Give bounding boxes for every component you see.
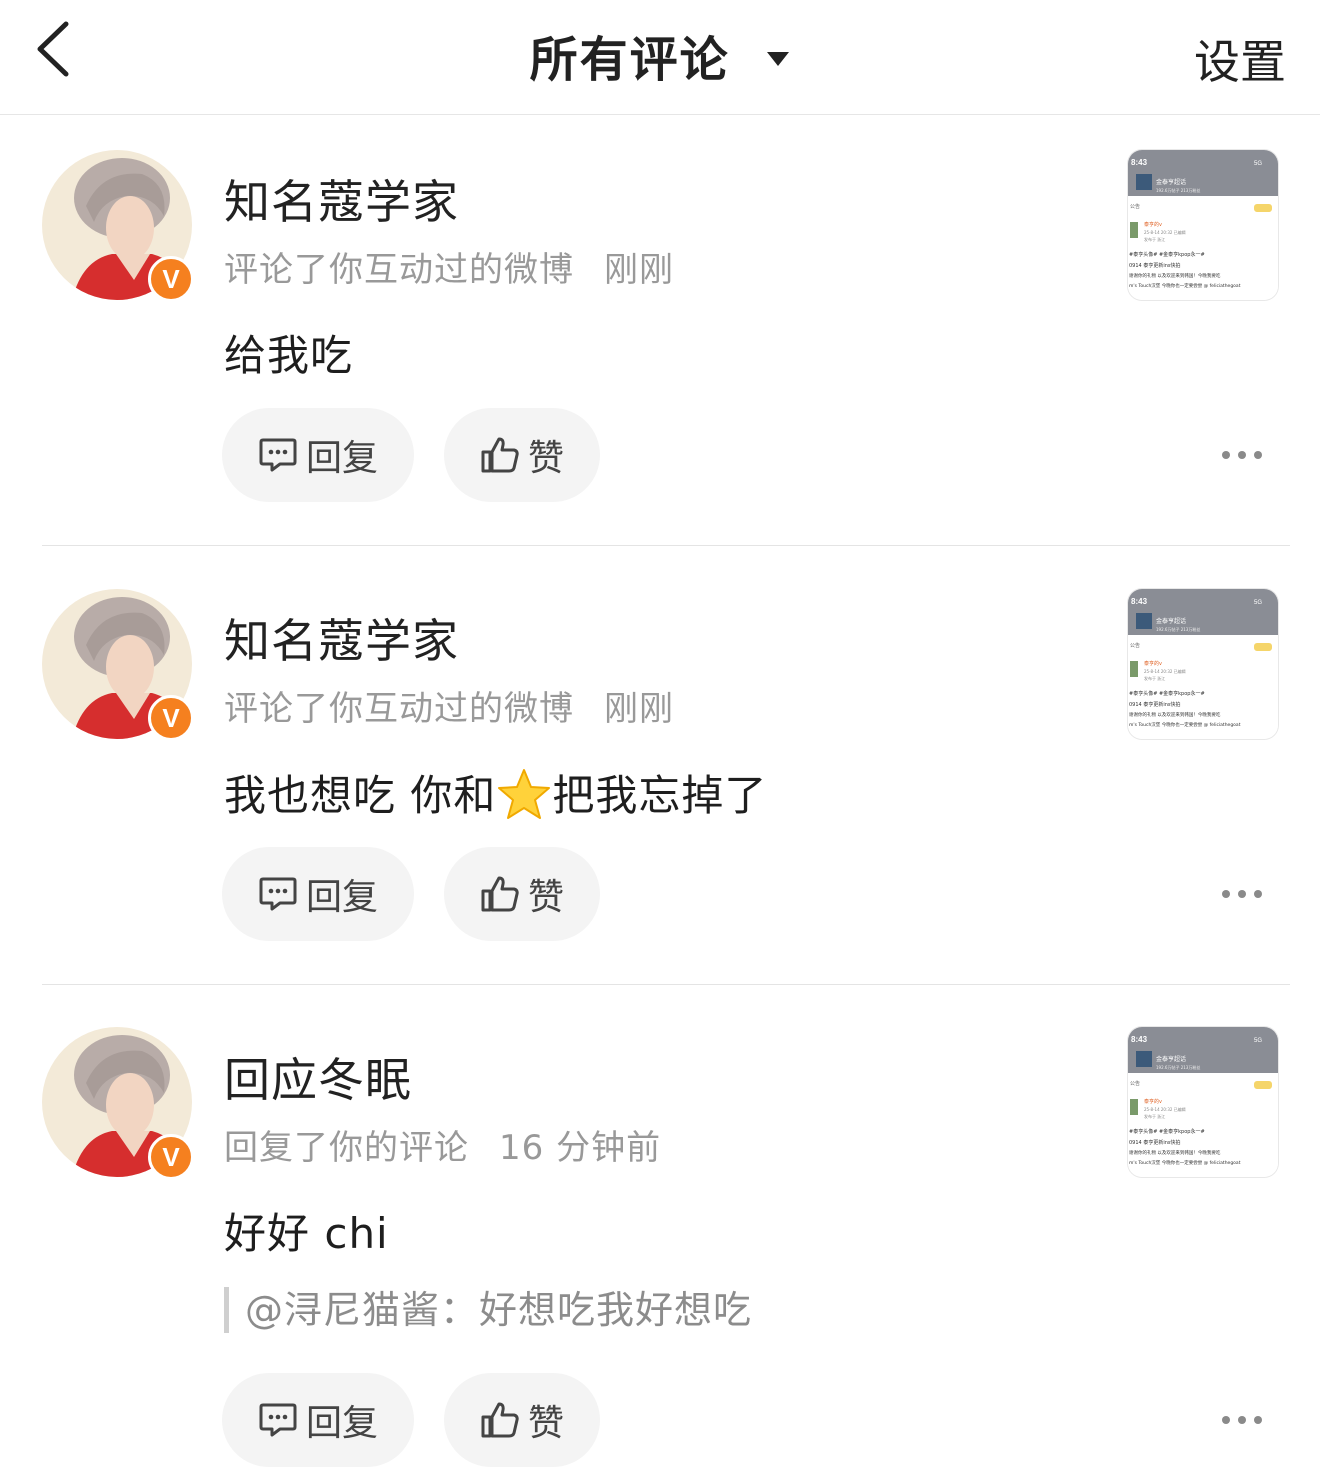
reply-button[interactable]: 回复: [222, 1373, 414, 1467]
comment-text: 给我吃: [224, 331, 354, 380]
comment-text: 好好 chi: [224, 1209, 389, 1258]
svg-text:192.6万帖子 213万粉丝: 192.6万帖子 213万粉丝: [1156, 1064, 1200, 1070]
star-emoji-icon: [498, 769, 551, 819]
thumbs-up-icon: [481, 1402, 519, 1438]
filter-dropdown[interactable]: 所有评论: [0, 20, 1320, 90]
settings-button[interactable]: 设置: [1194, 26, 1286, 92]
svg-text:0914 泰亨更新ins快拍: 0914 泰亨更新ins快拍: [1129, 701, 1180, 708]
verified-badge-icon: V: [148, 695, 194, 741]
reply-label: 回复: [305, 877, 378, 918]
svg-text:8:43: 8:43: [1131, 597, 1148, 606]
like-label: 赞: [527, 877, 564, 918]
comment-bubble-icon: [259, 438, 297, 472]
svg-text:#泰亨头像# #金泰亨kpop永一#: #泰亨头像# #金泰亨kpop永一#: [1129, 690, 1205, 697]
caret-down-icon: [767, 52, 790, 66]
svg-text:谢谢你的礼物 以及欢迎来到韩国！今晚我要吃: 谢谢你的礼物 以及欢迎来到韩国！今晚我要吃: [1129, 1149, 1221, 1156]
svg-text:谢谢你的礼物 以及欢迎来到韩国！今晚我要吃: 谢谢你的礼物 以及欢迎来到韩国！今晚我要吃: [1129, 272, 1221, 279]
svg-text:8:43: 8:43: [1131, 158, 1148, 167]
svg-text:金泰亨超话: 金泰亨超话: [1156, 178, 1186, 186]
reply-label: 回复: [305, 1403, 378, 1444]
svg-text:公告: 公告: [1130, 1080, 1140, 1087]
svg-text:192.6万帖子 213万粉丝: 192.6万帖子 213万粉丝: [1156, 626, 1200, 632]
divider: [42, 545, 1290, 546]
comment-bubble-icon: [259, 877, 297, 911]
svg-text:25-8-14 20:32 已编辑: 25-8-14 20:32 已编辑: [1144, 1106, 1186, 1112]
svg-text:0914 泰亨更新ins快拍: 0914 泰亨更新ins快拍: [1129, 262, 1180, 269]
svg-text:发布于 浙江: 发布于 浙江: [1144, 675, 1165, 681]
comment-bubble-icon: [259, 1403, 297, 1437]
action-text: 评论了你互动过的微博: [224, 250, 574, 290]
comment-meta: 评论了你互动过的微博 刚刚: [224, 681, 674, 730]
timestamp: 刚刚: [604, 250, 674, 290]
svg-text:192.6万帖子 213万粉丝: 192.6万帖子 213万粉丝: [1156, 187, 1200, 193]
svg-text:8:43: 8:43: [1131, 1035, 1148, 1044]
svg-text:金泰亨超话: 金泰亨超话: [1156, 1055, 1186, 1063]
svg-text:发布于 浙江: 发布于 浙江: [1144, 236, 1165, 242]
svg-text:谢谢你的礼物 以及欢迎来到韩国！今晚我要吃: 谢谢你的礼物 以及欢迎来到韩国！今晚我要吃: [1129, 711, 1221, 718]
divider: [42, 984, 1290, 985]
svg-text:0914 泰亨更新ins快拍: 0914 泰亨更新ins快拍: [1129, 1139, 1180, 1146]
svg-text:25-8-14 20:32 已编辑: 25-8-14 20:32 已编辑: [1144, 229, 1186, 235]
user-name[interactable]: 知名蔻学家: [224, 605, 459, 671]
svg-text:公告: 公告: [1130, 203, 1140, 210]
more-options-icon[interactable]: [1222, 449, 1262, 461]
timestamp: 刚刚: [604, 689, 674, 729]
like-button[interactable]: 赞: [444, 847, 600, 941]
post-thumbnail[interactable]: 8:43 5G 金泰亨超话 192.6万帖子 213万粉丝 公告 泰亨的v 25…: [1128, 1027, 1278, 1177]
reply-button[interactable]: 回复: [222, 408, 414, 502]
svg-text:#泰亨头像# #金泰亨kpop永一#: #泰亨头像# #金泰亨kpop永一#: [1129, 1128, 1205, 1135]
user-name[interactable]: 知名蔻学家: [224, 166, 459, 232]
like-label: 赞: [527, 438, 564, 479]
user-name[interactable]: 回应冬眠: [224, 1044, 412, 1110]
post-screenshot-image: 8:43 5G 金泰亨超话 192.6万帖子 213万粉丝 公告 泰亨的v 25…: [1128, 1027, 1278, 1177]
post-thumbnail[interactable]: 8:43 5G 金泰亨超话 192.6万帖子 213万粉丝 公告 泰亨的v 25…: [1128, 150, 1278, 300]
svg-text:m's Touch汉堡 今晚你也一定要尝尝 @ felici: m's Touch汉堡 今晚你也一定要尝尝 @ feliciathegoat: [1129, 1159, 1241, 1166]
post-screenshot-image: 8:43 5G 金泰亨超话 192.6万帖子 213万粉丝 公告 泰亨的v 25…: [1128, 150, 1278, 300]
svg-text:金泰亨超话: 金泰亨超话: [1156, 617, 1186, 625]
svg-text:5G: 5G: [1254, 600, 1262, 606]
comment-text-part: 把我忘掉了: [552, 771, 768, 820]
svg-text:泰亨的v: 泰亨的v: [1144, 221, 1162, 228]
svg-text:5G: 5G: [1254, 161, 1262, 167]
action-text: 回复了你的评论: [224, 1128, 469, 1168]
svg-text:泰亨的v: 泰亨的v: [1144, 1098, 1162, 1105]
comment-meta: 回复了你的评论 16 分钟前: [224, 1120, 661, 1169]
timestamp: 16 分钟前: [499, 1128, 662, 1168]
like-label: 赞: [527, 1403, 564, 1444]
thumbs-up-icon: [481, 876, 519, 912]
quoted-comment[interactable]: @浔尼猫酱：好想吃我好想吃: [224, 1287, 752, 1333]
svg-text:m's Touch汉堡 今晚你也一定要尝尝 @ felici: m's Touch汉堡 今晚你也一定要尝尝 @ feliciathegoat: [1129, 282, 1241, 289]
verified-badge-icon: V: [148, 1134, 194, 1180]
more-options-icon[interactable]: [1222, 1414, 1262, 1426]
svg-text:泰亨的v: 泰亨的v: [1144, 660, 1162, 667]
like-button[interactable]: 赞: [444, 1373, 600, 1467]
top-bar: 所有评论 设置: [0, 0, 1320, 115]
svg-text:#泰亨头像# #金泰亨kpop永一#: #泰亨头像# #金泰亨kpop永一#: [1129, 251, 1205, 258]
svg-text:m's Touch汉堡 今晚你也一定要尝尝 @ felici: m's Touch汉堡 今晚你也一定要尝尝 @ feliciathegoat: [1129, 721, 1241, 728]
svg-text:公告: 公告: [1130, 642, 1140, 649]
comment-text-part: 我也想吃 你和: [224, 771, 497, 820]
svg-text:5G: 5G: [1254, 1038, 1262, 1044]
reply-button[interactable]: 回复: [222, 847, 414, 941]
svg-text:25-8-14 20:32 已编辑: 25-8-14 20:32 已编辑: [1144, 668, 1186, 674]
more-options-icon[interactable]: [1222, 888, 1262, 900]
like-button[interactable]: 赞: [444, 408, 600, 502]
post-thumbnail[interactable]: 8:43 5G 金泰亨超话 192.6万帖子 213万粉丝 公告 泰亨的v 25…: [1128, 589, 1278, 739]
svg-text:发布于 浙江: 发布于 浙江: [1144, 1113, 1165, 1119]
action-text: 评论了你互动过的微博: [224, 689, 574, 729]
verified-badge-icon: V: [148, 256, 194, 302]
page-title: 所有评论: [529, 32, 730, 88]
post-screenshot-image: 8:43 5G 金泰亨超话 192.6万帖子 213万粉丝 公告 泰亨的v 25…: [1128, 589, 1278, 739]
comment-text: 我也想吃 你和 把我忘掉了: [224, 762, 767, 823]
reply-label: 回复: [305, 438, 378, 479]
thumbs-up-icon: [481, 437, 519, 473]
comment-meta: 评论了你互动过的微博 刚刚: [224, 242, 674, 291]
